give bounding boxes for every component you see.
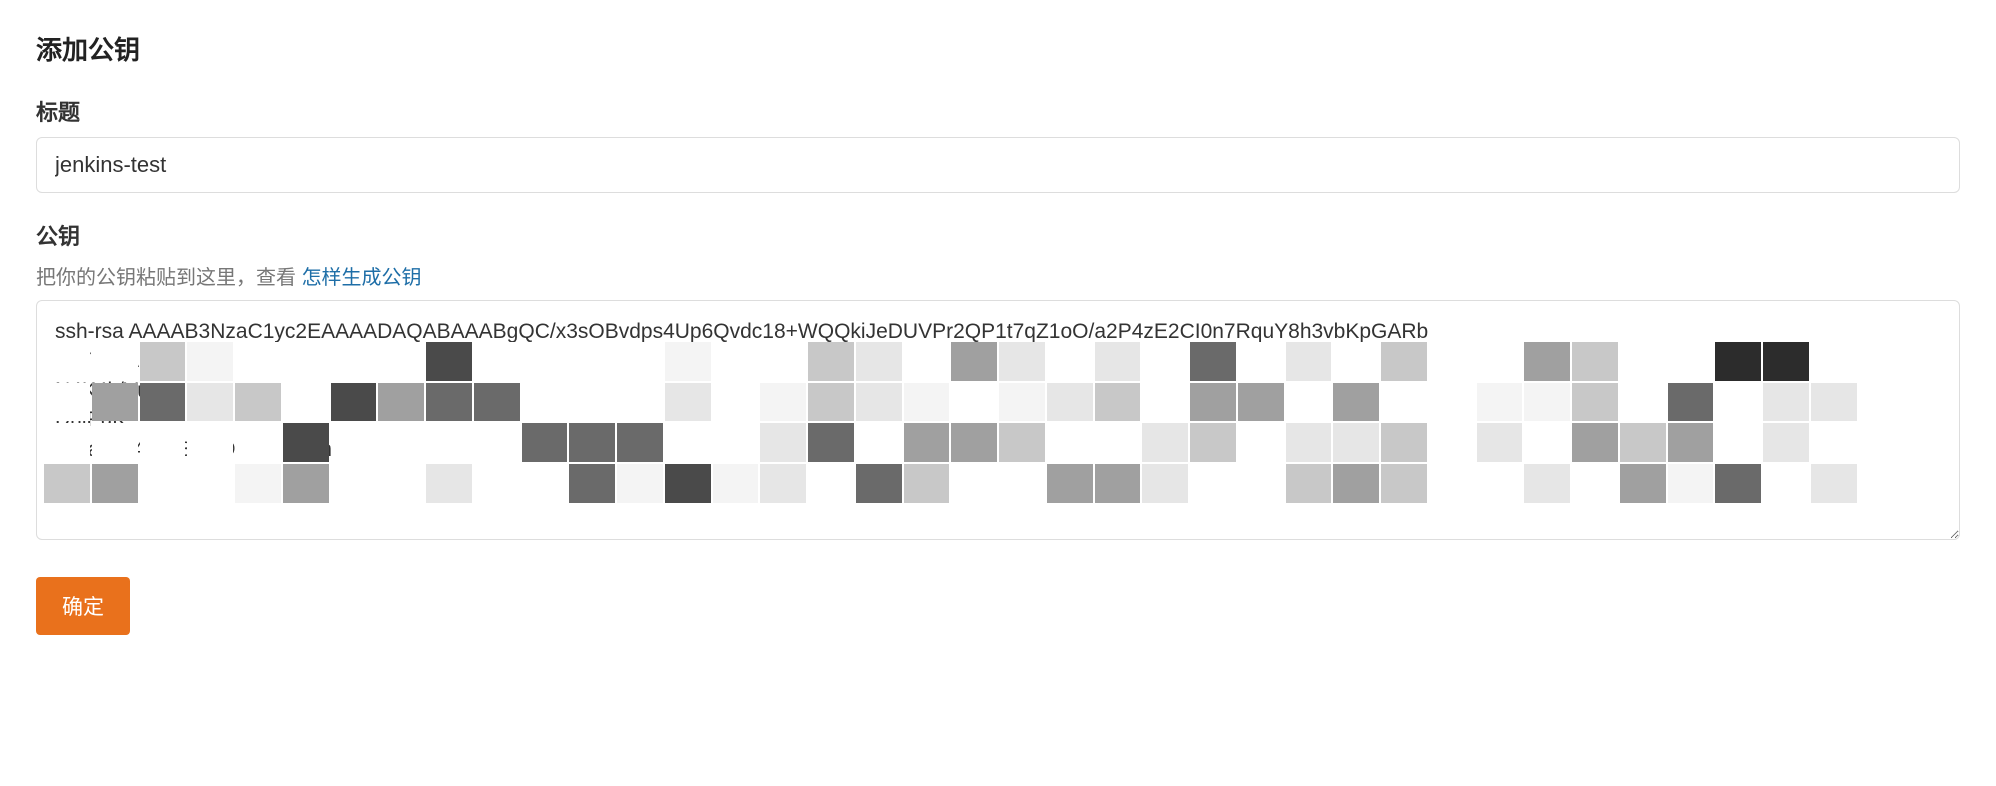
key-label: 公钥 (36, 219, 1960, 251)
submit-button[interactable]: 确定 (36, 577, 130, 635)
title-field-group: 标题 (36, 95, 1960, 193)
key-hint-text: 把你的公钥粘贴到这里，查看 (36, 267, 302, 289)
key-hint: 把你的公钥粘贴到这里，查看 怎样生成公钥 (36, 261, 1960, 290)
title-input[interactable] (36, 137, 1960, 193)
page-title: 添加公钥 (36, 30, 1960, 67)
public-key-textarea[interactable] (36, 300, 1960, 540)
key-hint-link[interactable]: 怎样生成公钥 (302, 267, 422, 289)
title-label: 标题 (36, 95, 1960, 127)
key-field-group: 公钥 把你的公钥粘贴到这里，查看 怎样生成公钥 (36, 219, 1960, 545)
